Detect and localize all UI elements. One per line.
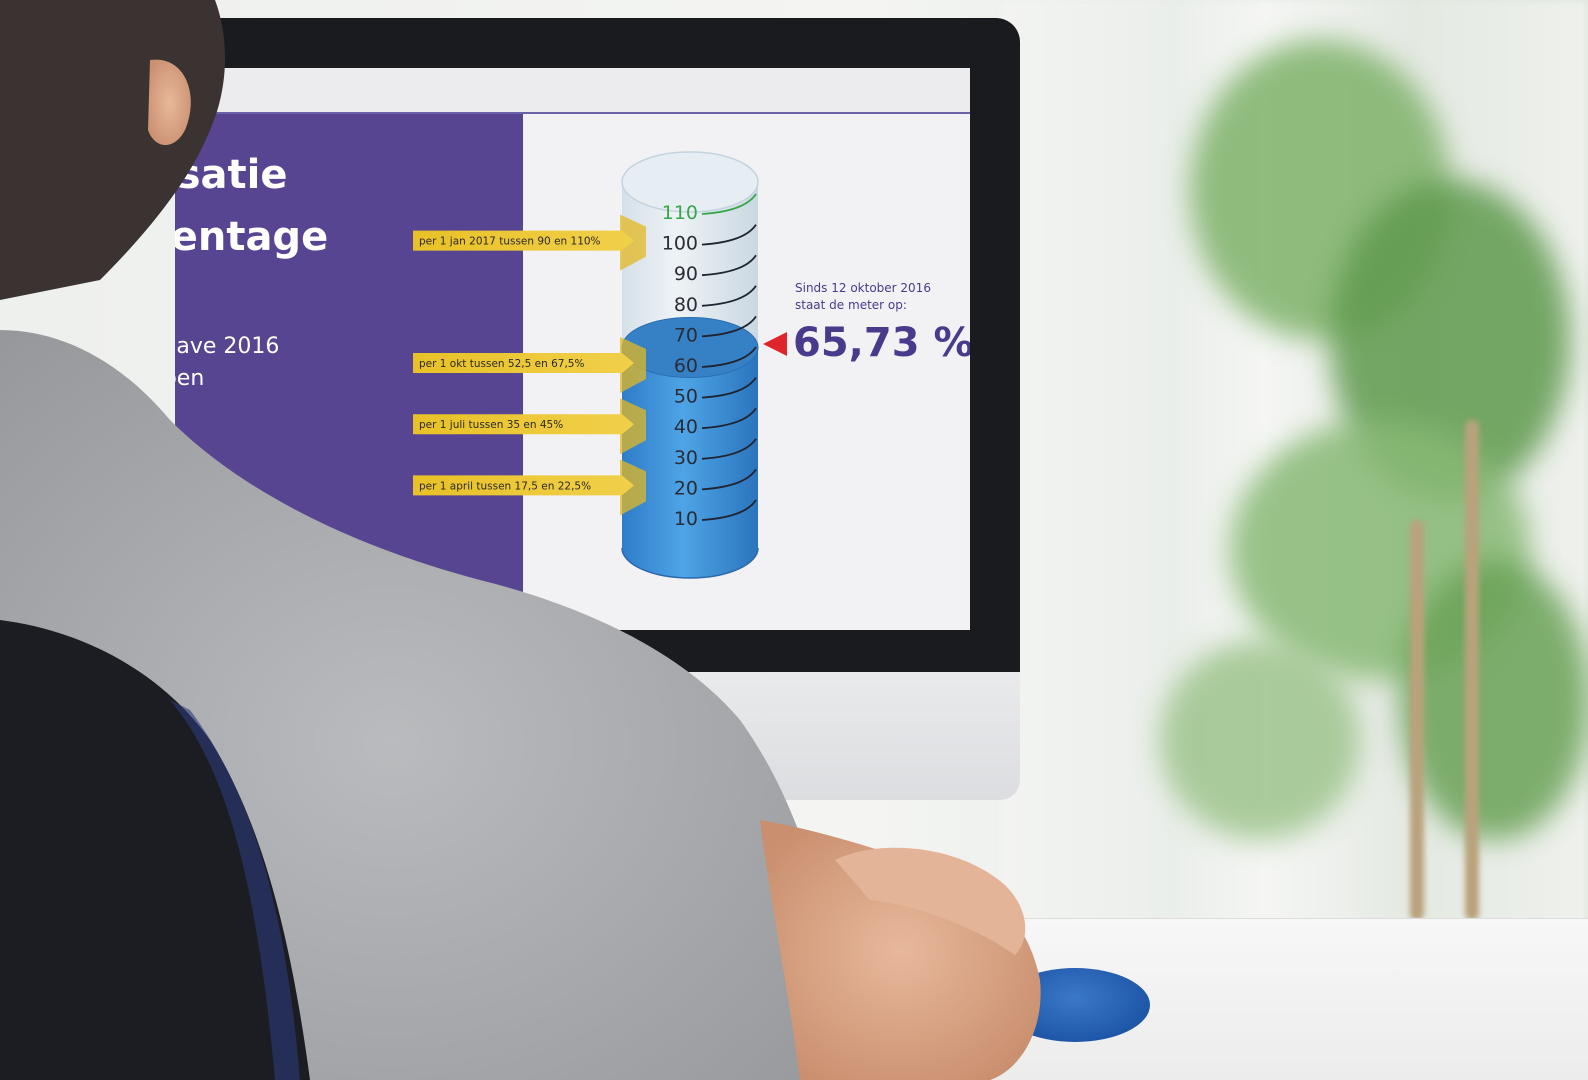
monitor-chin [180,672,1020,800]
scale-tick-label: 80 [674,294,698,316]
scale-tick-label: 40 [674,416,698,438]
scale-tick-label: 70 [674,324,698,346]
scale-tick-label: 50 [674,386,698,408]
monitor-screen: isatie centage 6 opgave 2016 iljoen [175,68,970,630]
callout-label-text: per 1 okt tussen 52,5 en 67,5% [419,358,584,370]
scale-tick-label: 10 [674,508,698,530]
plant-foliage [1160,640,1360,840]
plant-stem [1410,520,1424,920]
callout-labels: per 1 jan 2017 tussen 90 en 110% per 1 ok… [413,214,646,516]
callout-label-text: per 1 april tussen 17,5 en 22,5% [419,480,591,492]
meter-intro-line-1: Sinds 12 oktober 2016 [795,281,931,295]
scale-tick-label: 60 [674,355,698,377]
plant-foliage [1400,560,1588,840]
meter-pointer-arrow [763,332,787,356]
meter-intro-text: Sinds 12 oktober 2016 staat de meter op: [795,280,931,314]
scale-tick-label: 30 [674,447,698,469]
desk [880,918,1588,1080]
callout-label-text: per 1 juli tussen 35 en 45% [419,419,563,431]
plant-stem [1465,420,1479,920]
meter-value: 65,73 % [793,320,970,366]
scale-tick-label: 100 [662,233,698,255]
scale-tick-label: 90 [674,263,698,285]
photo-scene: isatie centage 6 opgave 2016 iljoen [0,0,1588,1080]
meter-intro-line-2: staat de meter op: [795,298,907,312]
scale-tick-label: 20 [674,477,698,499]
scale-tick-label: 110 [662,202,698,224]
callout-label-text: per 1 jan 2017 tussen 90 en 110% [419,236,601,248]
mousepad [1000,968,1150,1042]
